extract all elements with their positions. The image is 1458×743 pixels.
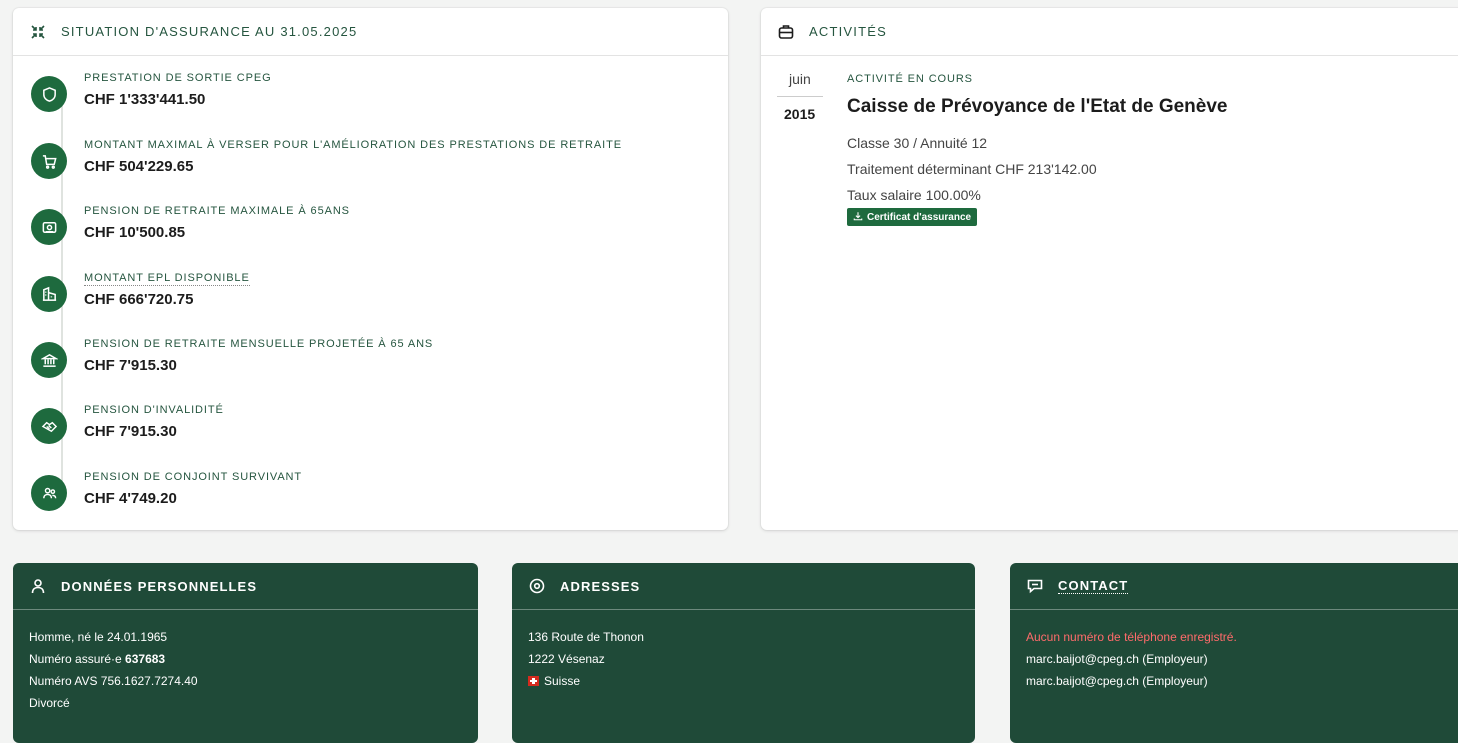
donnees-card: DONNÉES PERSONNELLES Homme, né le 24.01.… bbox=[13, 563, 478, 743]
sexe-naissance: Homme, né le 24.01.1965 bbox=[29, 630, 168, 644]
activity-status: ACTIVITÉ EN COURS bbox=[847, 73, 973, 85]
certificate-label: Certificat d'assurance bbox=[867, 211, 972, 223]
contact-title[interactable]: CONTACT bbox=[1058, 578, 1129, 594]
item-value: CHF 10'500.85 bbox=[84, 224, 186, 241]
item-label: PENSION D'INVALIDITÉ bbox=[84, 404, 224, 416]
item-value: CHF 7'915.30 bbox=[84, 357, 177, 374]
handshake-icon bbox=[31, 408, 67, 444]
item-value: CHF 7'915.30 bbox=[84, 423, 177, 440]
item-label: PENSION DE RETRAITE MENSUELLE PROJETÉE À… bbox=[84, 338, 434, 350]
activites-card: ACTIVITÉS juin 2015 ACTIVITÉ EN COURS Ca… bbox=[761, 8, 1458, 530]
contact-email: marc.baijot@cpeg.ch (Employeur) bbox=[1026, 674, 1208, 688]
collapse-arrows-icon[interactable] bbox=[29, 23, 47, 41]
employer-name: Caisse de Prévoyance de l'Etat de Genève bbox=[847, 96, 1228, 117]
user-icon bbox=[29, 577, 47, 595]
shield-icon bbox=[31, 76, 67, 112]
contact-card: CONTACT Aucun numéro de téléphone enregi… bbox=[1010, 563, 1458, 743]
address-street: 136 Route de Thonon bbox=[528, 630, 644, 644]
adresses-header: ADRESSES bbox=[512, 563, 975, 610]
briefcase-icon bbox=[777, 23, 795, 41]
activity-month: juin bbox=[789, 71, 811, 87]
date-divider bbox=[777, 96, 823, 97]
contact-header: CONTACT bbox=[1010, 563, 1458, 610]
situation-card: SITUATION D'ASSURANCE AU 31.05.2025 PRES… bbox=[13, 8, 728, 530]
users-icon bbox=[31, 475, 67, 511]
building-icon bbox=[31, 276, 67, 312]
address-country: Suisse bbox=[528, 674, 580, 688]
bank-icon bbox=[31, 342, 67, 378]
money-icon bbox=[31, 209, 67, 245]
item-label: MONTANT MAXIMAL À VERSER POUR L'AMÉLIORA… bbox=[84, 139, 622, 151]
download-icon bbox=[853, 211, 863, 224]
address-locality: 1222 Vésenaz bbox=[528, 652, 605, 666]
contact-email: marc.baijot@cpeg.ch (Employeur) bbox=[1026, 652, 1208, 666]
activity-traitement: Traitement déterminant CHF 213'142.00 bbox=[847, 161, 1097, 177]
country-name: Suisse bbox=[544, 674, 581, 688]
adresses-card: ADRESSES 136 Route de Thonon 1222 Vésena… bbox=[512, 563, 975, 743]
item-value: CHF 666'720.75 bbox=[84, 291, 194, 308]
cart-icon bbox=[31, 143, 67, 179]
swiss-flag-icon bbox=[528, 676, 539, 686]
situation-title: SITUATION D'ASSURANCE AU 31.05.2025 bbox=[61, 24, 358, 39]
location-pin-icon bbox=[528, 577, 546, 595]
item-value: CHF 4'749.20 bbox=[84, 490, 177, 507]
donnees-title: DONNÉES PERSONNELLES bbox=[61, 578, 258, 594]
numero-avs: Numéro AVS 756.1627.7274.40 bbox=[29, 674, 198, 688]
phone-missing-warning: Aucun numéro de téléphone enregistré. bbox=[1026, 630, 1237, 644]
numero-assure-label: Numéro assuré·e bbox=[29, 652, 126, 666]
item-label[interactable]: MONTANT EPL DISPONIBLE bbox=[84, 272, 250, 286]
etat-civil: Divorcé bbox=[29, 696, 70, 710]
activites-header: ACTIVITÉS bbox=[761, 8, 1458, 56]
activites-title: ACTIVITÉS bbox=[809, 24, 887, 39]
chat-icon bbox=[1026, 577, 1044, 595]
certificate-download-button[interactable]: Certificat d'assurance bbox=[847, 208, 978, 226]
item-value: CHF 504'229.65 bbox=[84, 158, 194, 175]
item-label: PENSION DE CONJOINT SURVIVANT bbox=[84, 471, 303, 483]
donnees-header: DONNÉES PERSONNELLES bbox=[13, 563, 478, 610]
item-label: PRESTATION DE SORTIE CPEG bbox=[84, 72, 272, 84]
activity-taux: Taux salaire 100.00% bbox=[847, 187, 981, 203]
numero-assure-value: 637683 bbox=[125, 652, 166, 666]
situation-header: SITUATION D'ASSURANCE AU 31.05.2025 bbox=[13, 8, 728, 56]
numero-assure: Numéro assuré·e 637683 bbox=[29, 652, 165, 666]
item-label: PENSION DE RETRAITE MAXIMALE À 65ANS bbox=[84, 205, 350, 217]
adresses-title: ADRESSES bbox=[560, 578, 641, 594]
activity-classe: Classe 30 / Annuité 12 bbox=[847, 135, 988, 151]
activity-year: 2015 bbox=[784, 106, 816, 122]
item-value: CHF 1'333'441.50 bbox=[84, 91, 206, 108]
